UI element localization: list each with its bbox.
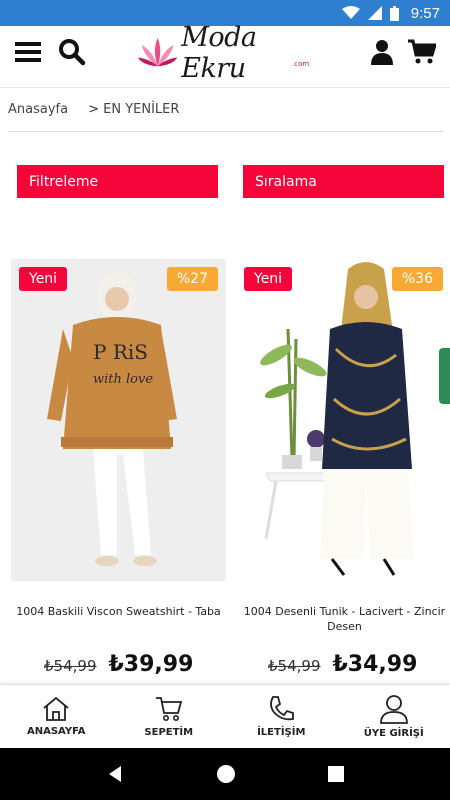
product-photo: [236, 259, 450, 581]
nav-login[interactable]: ÜYE GİRİŞİ: [338, 685, 450, 748]
brand-logo[interactable]: Moda Ekru: [138, 22, 313, 84]
nav-contact[interactable]: İLETİŞİM: [225, 685, 338, 748]
lotus-logo-icon: [138, 37, 178, 67]
product-name[interactable]: 1004 Baskili Viscon Sweatshirt - Taba: [6, 604, 231, 619]
app-header: Moda Ekru .com: [0, 22, 450, 88]
svg-text:with love: with love: [93, 372, 153, 387]
logo-text: Moda Ekru: [181, 22, 257, 84]
battery-icon: [389, 5, 399, 21]
discount-badge: %27: [166, 267, 218, 291]
product-photo: P RiS with love: [11, 259, 226, 581]
product-image[interactable]: P RiS with love Yeni %27: [11, 259, 226, 581]
status-time: 9:57: [410, 4, 440, 22]
nav-cart-label: SEPETİM: [144, 727, 194, 738]
sort-button[interactable]: Sıralama: [243, 165, 444, 198]
breadcrumb-home-link[interactable]: Anasayfa: [8, 102, 68, 117]
logo-domain: .com: [292, 60, 310, 68]
current-price: ₺39,99: [108, 652, 194, 677]
nav-home[interactable]: ANASAYFA: [0, 685, 113, 748]
breadcrumb: Anasayfa > EN YENİLER: [8, 102, 179, 117]
bottom-navigation: ANASAYFA SEPETİM İLETİŞİM ÜYE GİRİŞİ: [0, 684, 450, 748]
back-icon[interactable]: [105, 764, 125, 784]
product-image[interactable]: Yeni %36: [236, 259, 450, 581]
breadcrumb-current: EN YENİLER: [103, 102, 180, 117]
new-badge: Yeni: [19, 267, 68, 291]
cart-icon: [155, 697, 182, 721]
home-circle-icon[interactable]: [216, 764, 236, 784]
nav-contact-label: İLETİŞİM: [257, 727, 306, 738]
whatsapp-tab[interactable]: [439, 348, 450, 404]
old-price: ₺54,99: [44, 657, 97, 675]
nav-login-label: ÜYE GİRİŞİ: [363, 728, 424, 739]
cart-icon[interactable]: [406, 36, 438, 68]
old-price: ₺54,99: [268, 657, 321, 675]
new-badge: Yeni: [244, 267, 293, 291]
discount-badge: %36: [391, 267, 443, 291]
product-name[interactable]: 1004 Desenli Tunik - Lacivert - Zincir D…: [232, 604, 450, 634]
home-icon: [43, 696, 69, 721]
nav-cart[interactable]: SEPETİM: [113, 685, 226, 748]
svg-text:P RiS: P RiS: [93, 340, 148, 364]
recents-icon[interactable]: [327, 765, 345, 783]
signal-icon: [367, 6, 382, 20]
menu-icon[interactable]: [12, 36, 44, 68]
user-icon: [379, 695, 408, 724]
filter-button[interactable]: Filtreleme: [17, 165, 218, 198]
breadcrumb-separator: >: [88, 102, 99, 117]
product-price-row: ₺54,99 ₺34,99: [268, 652, 417, 677]
system-navigation-bar: [0, 748, 450, 800]
product-price-row: ₺54,99 ₺39,99: [44, 652, 193, 677]
search-icon[interactable]: [56, 36, 88, 68]
user-icon[interactable]: [366, 36, 398, 68]
wifi-icon: [341, 6, 360, 19]
nav-home-label: ANASAYFA: [27, 726, 86, 737]
breadcrumb-divider: [8, 131, 444, 132]
phone-icon: [270, 696, 295, 721]
current-price: ₺34,99: [332, 652, 418, 677]
